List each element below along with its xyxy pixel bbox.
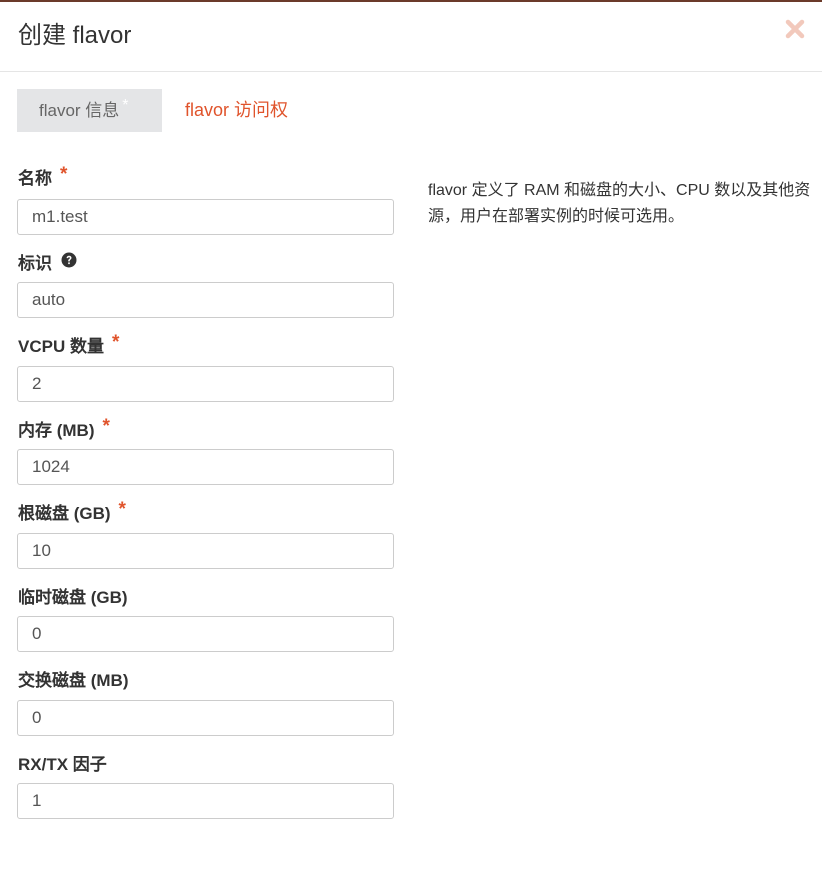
field-label-id: 标识 [18,252,77,276]
modal-title: 创建 flavor [18,22,132,49]
label-text: 根磁盘 (GB) [18,504,111,523]
close-icon[interactable] [784,18,806,40]
required-star: * [118,499,126,520]
label-text: 临时磁盘 (GB) [18,588,128,607]
field-label-root-disk: 根磁盘 (GB) * [18,499,126,525]
field-label-rxtx-factor: RX/TX 因子 [18,754,107,776]
tab-flavor-info[interactable]: flavor 信息 * [17,89,162,132]
label-text: VCPU 数量 [18,337,104,356]
label-text: 内存 (MB) [18,421,95,440]
root-disk-input[interactable] [17,533,394,569]
field-label-swap-disk: 交换磁盘 (MB) [18,670,128,692]
vcpus-input[interactable] [17,366,394,402]
label-text: 交换磁盘 (MB) [18,671,129,690]
modal-header: 创建 flavor [0,2,822,72]
required-star: * [102,416,110,437]
required-star: * [122,97,129,114]
required-star: * [111,332,120,353]
field-label-memory: 内存 (MB) * [18,416,110,442]
field-label-name: 名称 * [18,164,67,190]
close-button[interactable] [784,18,806,40]
question-circle-icon[interactable] [61,252,77,274]
tab-label: flavor 信息 [39,101,120,120]
tab-flavor-access[interactable]: flavor 访问权 [185,89,288,132]
label-text: RX/TX 因子 [18,755,107,774]
swap-disk-input[interactable] [17,700,394,736]
field-label-ephemeral-disk: 临时磁盘 (GB) [18,587,128,609]
memory-input[interactable] [17,449,394,485]
name-input[interactable] [17,199,394,235]
required-star: * [60,164,68,185]
id-input[interactable] [17,282,394,318]
label-text: 标识 [18,254,52,273]
field-label-vcpus: VCPU 数量 * [18,332,119,358]
ephemeral-disk-input[interactable] [17,616,394,652]
rxtx-factor-input[interactable] [17,783,394,819]
help-description: flavor 定义了 RAM 和磁盘的大小、CPU 数以及其他资源，用户在部署实… [428,182,811,225]
label-text: 名称 [18,169,52,188]
